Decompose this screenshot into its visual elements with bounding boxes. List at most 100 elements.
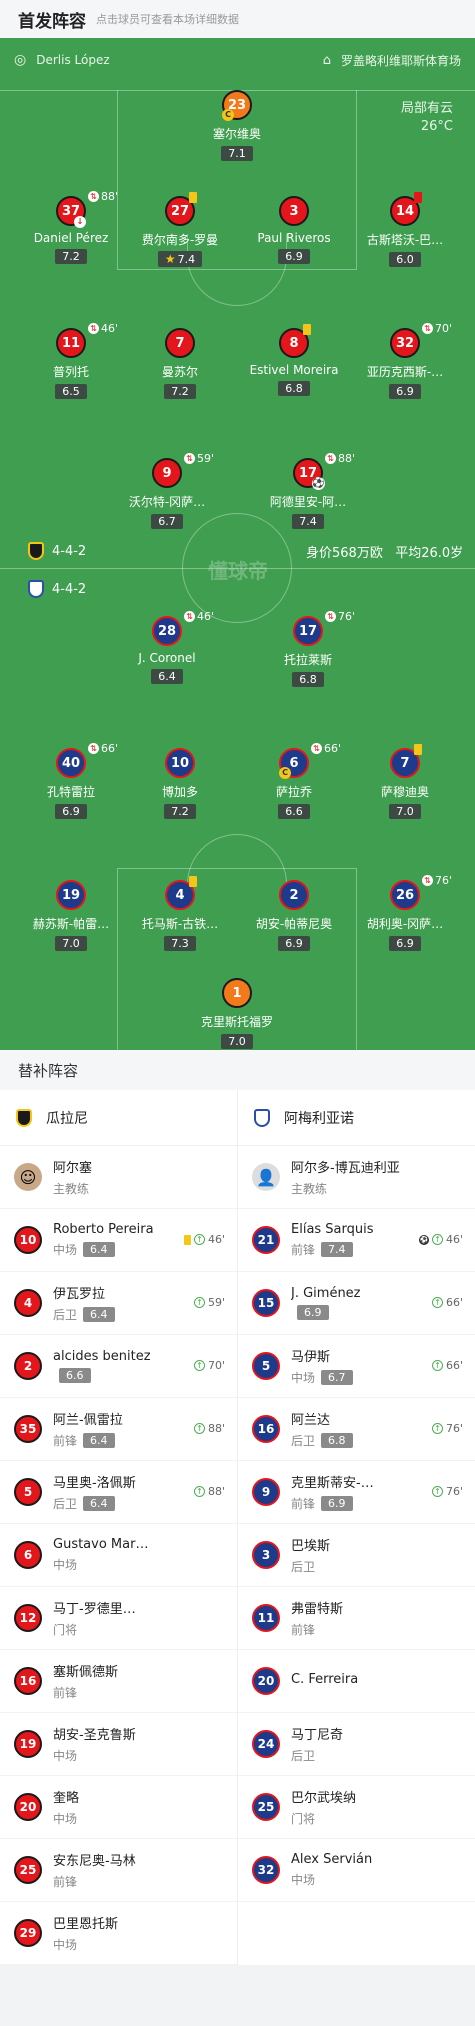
sub-player-row[interactable]: 11 弗雷特斯 前锋 [238,1587,475,1650]
sub-player-row[interactable]: 20 C. Ferreira [238,1650,475,1713]
sub-out-icon: ↓ [74,216,86,228]
sub-event: ⇅ 66' [88,742,118,755]
sub-player-row[interactable]: 12 马丁-罗德里… 门将 [0,1587,237,1650]
player-away-m2[interactable]: 10 博加多 7.2 [125,748,235,819]
player-rating: 6.9 [55,804,87,819]
sub-player-row[interactable]: 21 Elías Sarquis 前锋 7.4 ⚽ ↑ 46' [238,1209,475,1272]
sub-player-row[interactable]: 4 伊瓦罗拉 后卫 6.4 ↑ 59' [0,1272,237,1335]
player-position: 后卫 [53,1308,78,1322]
player-home-d1[interactable]: 37 ↓ ⇅ 88' Daniel Pérez 7.2 [16,190,126,264]
player-position: 前锋 [53,1686,78,1700]
player-away-m3[interactable]: 6C ⇅ 66' 萨拉乔 6.6 [239,742,349,819]
player-number: 32 [390,328,420,358]
sub-player-row[interactable]: 19 胡安-圣克鲁斯 中场 [0,1713,237,1776]
player-rating: 7.0 [221,1034,253,1049]
subs-header: 替补阵容 [0,1050,475,1090]
player-home-m3[interactable]: 8 Estivel Moreira 6.8 [239,324,349,396]
watermark-logo: 懂球帝 [208,559,268,583]
player-name: 伊瓦罗拉 [53,1287,106,1302]
player-rating: ★ 7.4 [157,251,203,267]
pitch: ◎ Derlis López ⌂ 罗盖略利维耶斯体育场 局部有云 26°C 懂球… [0,38,475,1050]
sub-player-row[interactable]: 25 安东尼奥-马林 前锋 [0,1839,237,1902]
sub-player-row[interactable]: 29 巴里恩托斯 中场 [0,1902,237,1965]
player-name: 萨拉乔 [275,785,312,799]
sub-player-row[interactable]: 6 Gustavo Mar… 中场 [0,1524,237,1587]
player-rating: 6.4 [151,669,183,684]
sub-player-row[interactable]: 3 巴埃斯 后卫 [238,1524,475,1587]
sub-event: ⚽ ↑ 46' [418,1233,463,1246]
player-home-f1[interactable]: 9 ⇅ 59' 沃尔特-冈萨… 6.7 [112,452,222,529]
bottom-spacer [0,1977,475,2026]
sub-player-row[interactable]: 9 克里斯蒂安-… 前锋 6.9 ↑ 76' [238,1461,475,1524]
home-team-cell: 瓜拉尼 [0,1090,237,1145]
sub-player-row[interactable]: 16 塞斯佩德斯 前锋 [0,1650,237,1713]
player-home-m2[interactable]: 7 曼苏尔 7.2 [125,328,235,399]
player-number: 7 [165,328,195,358]
red-card-icon [414,192,422,203]
sub-player-row[interactable]: 2 alcides benitez 6.6 ↑ 70' [0,1335,237,1398]
player-home-gk[interactable]: 23 C 塞尔维奥 7.1 [182,90,292,161]
player-name: 奎略 [53,1791,80,1806]
sub-event: ⇅ 59' [184,452,214,465]
away-team-logo [28,580,44,598]
sub-player-row[interactable]: 35 阿兰-佩雷拉 前锋 6.4 ↑ 88' [0,1398,237,1461]
sub-player-row[interactable]: 15 J. Giménez 6.9 ↑ 66' [238,1272,475,1335]
player-number: 5 [14,1478,42,1506]
player-name: Elías Sarquis [291,1222,374,1237]
home-coach[interactable]: ☺ 阿尔塞 主教练 [0,1146,237,1209]
player-away-d3[interactable]: 2 胡安-帕蒂尼奥 6.9 [239,880,349,951]
player-name: Roberto Pereira [53,1222,154,1237]
sub-player-row[interactable]: 16 阿兰达 后卫 6.8 ↑ 76' [238,1398,475,1461]
player-number: 12 [14,1604,42,1632]
sub-player-row[interactable]: 20 奎略 中场 [0,1776,237,1839]
player-rating: 7.0 [55,936,87,951]
away-coach[interactable]: 👤 阿尔多-博瓦迪利亚 主教练 [238,1146,475,1209]
yellow-card-icon [189,192,197,203]
player-number: 1 [222,978,252,1008]
sub-player-row[interactable]: 25 巴尔武埃纳 门将 [238,1776,475,1839]
player-home-m4[interactable]: 32 ⇅ 70' 亚历克西斯-… 6.9 [350,322,460,399]
player-home-d3[interactable]: 3 Paul Riveros 6.9 [239,196,349,264]
captain-icon: C [279,767,291,779]
sub-player-row[interactable]: 5 马伊斯 中场 6.7 ↑ 66' [238,1335,475,1398]
player-home-f2[interactable]: 17 ⚽ ⇅ 88' 阿德里安-阿… 7.4 [253,452,363,529]
sub-player-row[interactable]: 24 马丁尼奇 后卫 [238,1713,475,1776]
player-position: 后卫 [291,1749,316,1763]
player-away-f2[interactable]: 17 ⇅ 76' 托拉莱斯 6.8 [253,610,363,687]
subs-panel: 瓜拉尼 阿梅利亚诺 ☺ 阿尔塞 主教练 10 Roberto Pereira 中场 6.… [0,1090,475,1965]
player-away-f1[interactable]: 28 ⇅ 46' J. Coronel 6.4 [112,610,222,684]
player-home-d2[interactable]: 27 费尔南多-罗曼 ★ 7.4 [125,192,235,267]
player-position: 中场 [53,1812,78,1826]
sub-event: ↑ 88' [193,1485,225,1498]
player-away-d2[interactable]: 4 托马斯-古铁… 7.3 [125,876,235,951]
sub-player-row[interactable]: 10 Roberto Pereira 中场 6.4 ↑ 46' [0,1209,237,1272]
player-home-d4[interactable]: 14 古斯塔沃-巴… 6.0 [350,192,460,267]
sub-icon: ⇅ [88,743,99,754]
player-away-m1[interactable]: 40 ⇅ 66' 孔特雷拉 6.9 [16,742,126,819]
player-rating: 6.4 [83,1307,115,1322]
sub-icon: ⇅ [325,611,336,622]
player-number: 16 [14,1667,42,1695]
sub-event: ↑ 66' [431,1359,463,1372]
player-home-m1[interactable]: 11 ⇅ 46' 普列托 6.5 [16,322,126,399]
temperature: 26°C [420,119,453,134]
sub-player-row[interactable]: 32 Alex Servián 中场 [238,1839,475,1902]
player-position: 门将 [53,1623,78,1637]
player-away-d1[interactable]: 19 赫苏斯-帕雷… 7.0 [16,880,126,951]
player-name: 费尔南多-罗曼 [141,233,219,247]
player-number: 35 [14,1415,42,1443]
sub-player-row[interactable]: 5 马里奥-洛佩斯 后卫 6.4 ↑ 88' [0,1461,237,1524]
player-number: 3 [279,196,309,226]
player-away-m4[interactable]: 7 萨穆迪奥 7.0 [350,744,460,819]
player-number: 40 [56,748,86,778]
stadium-name: 罗盖略利维耶斯体育场 [340,54,461,68]
sub-event: ⇅ 46' [88,322,118,335]
sub-event: ↑ 46' [183,1233,225,1246]
star-icon: ★ [164,252,176,266]
away-formation: 4-4-2 [28,580,86,598]
player-away-gk[interactable]: 1 克里斯托福罗 7.0 [182,978,292,1049]
player-away-d4[interactable]: 26 ⇅ 76' 胡利奥-冈萨… 6.9 [350,874,460,951]
player-name: 克里斯托福罗 [200,1015,273,1029]
player-number: 11 [56,328,86,358]
away-team-cell: 阿梅利亚诺 [237,1090,475,1145]
